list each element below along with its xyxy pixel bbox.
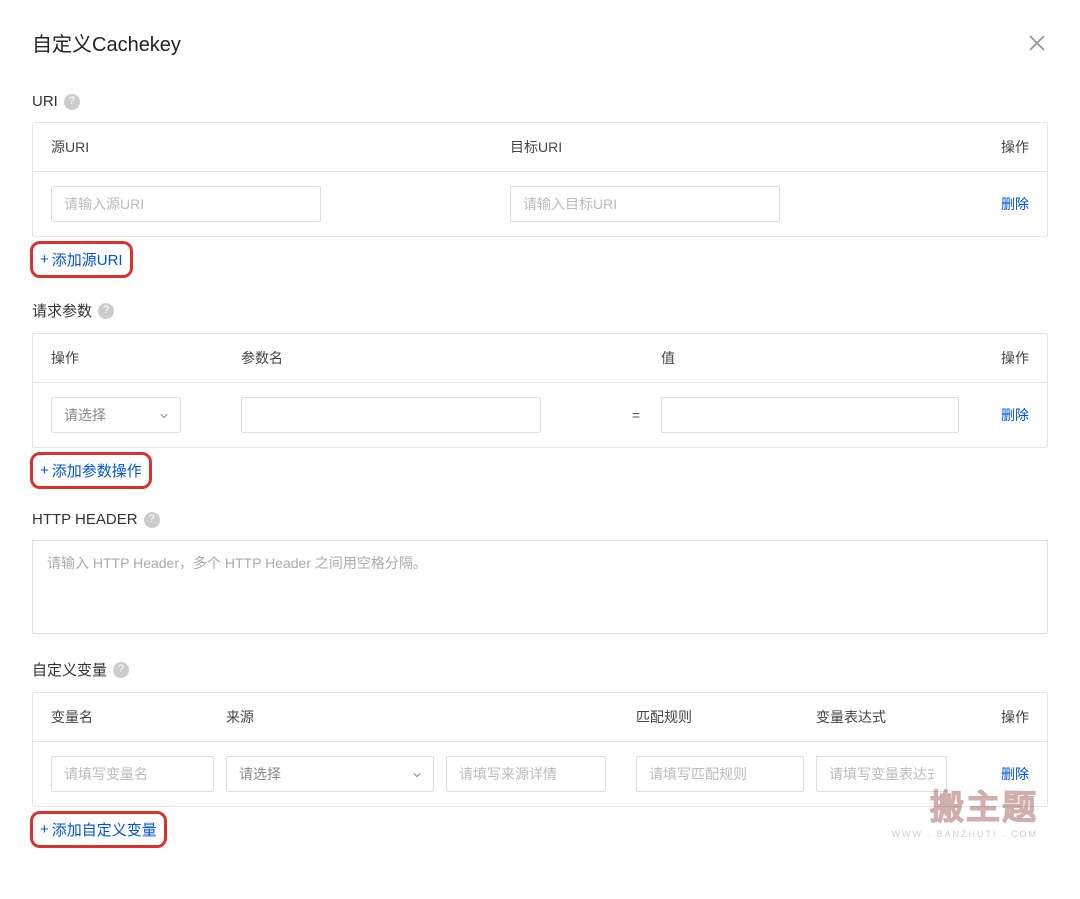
add-source-uri-label: 添加源URI: [52, 249, 123, 270]
add-source-uri-highlight: + 添加源URI: [32, 243, 131, 276]
param-op-select-value: 请选择: [64, 405, 106, 425]
uri-label-text: URI: [32, 93, 58, 110]
uri-table-header: 源URI 目标URI 操作: [33, 123, 1047, 172]
uri-section-label: URI: [32, 93, 1048, 110]
add-custom-var-highlight: + 添加自定义变量: [32, 813, 165, 846]
param-op-select[interactable]: 请选择: [51, 397, 181, 433]
source-uri-input[interactable]: [51, 186, 321, 222]
var-col-source-detail: [446, 707, 636, 727]
param-value-input[interactable]: [661, 397, 959, 433]
watermark-url: WWW . BANZHUTI . COM: [892, 829, 1038, 839]
var-col-name: 变量名: [51, 707, 226, 727]
http-header-section-label: HTTP HEADER: [32, 511, 1048, 528]
add-custom-var-label: 添加自定义变量: [52, 819, 157, 840]
close-icon[interactable]: [1026, 32, 1048, 54]
custom-var-table-header: 变量名 来源 匹配规则 变量表达式 操作: [33, 693, 1047, 742]
var-source-select[interactable]: 请选择: [226, 756, 434, 792]
var-expr-input[interactable]: [816, 756, 947, 792]
modal-header: 自定义Cachekey: [32, 28, 1048, 57]
http-header-label-text: HTTP HEADER: [32, 511, 138, 528]
var-rule-input[interactable]: [636, 756, 804, 792]
params-col-eq: [611, 348, 661, 368]
uri-table-row: 删除: [33, 172, 1047, 236]
params-table-header: 操作 参数名 值 操作: [33, 334, 1047, 383]
http-header-input[interactable]: [32, 540, 1048, 634]
uri-col-target: 目标URI: [500, 137, 959, 157]
help-icon[interactable]: [113, 662, 129, 678]
params-table-row: 请选择 = 删除: [33, 383, 1047, 447]
custom-var-table-row: 请选择 删除: [33, 742, 1047, 806]
param-name-input[interactable]: [241, 397, 541, 433]
params-section-label: 请求参数: [32, 300, 1048, 321]
delete-param-link[interactable]: 删除: [1001, 407, 1029, 423]
plus-icon: +: [40, 462, 49, 479]
var-source-select-value: 请选择: [239, 764, 281, 784]
uri-col-source: 源URI: [51, 137, 500, 157]
params-table: 操作 参数名 值 操作 请选择 = 删除: [32, 333, 1048, 448]
plus-icon: +: [40, 251, 49, 268]
var-col-action: 操作: [959, 707, 1029, 727]
chevron-down-icon: [158, 409, 170, 421]
params-col-value: 值: [661, 348, 959, 368]
add-source-uri-button[interactable]: + 添加源URI: [40, 249, 123, 270]
add-param-label: 添加参数操作: [52, 460, 142, 481]
params-col-op: 操作: [51, 348, 241, 368]
var-name-input[interactable]: [51, 756, 214, 792]
delete-uri-link[interactable]: 删除: [1001, 196, 1029, 212]
modal-title: 自定义Cachekey: [32, 28, 181, 57]
params-col-action: 操作: [959, 348, 1029, 368]
add-param-highlight: + 添加参数操作: [32, 454, 150, 487]
custom-var-table: 变量名 来源 匹配规则 变量表达式 操作 请选择 删除: [32, 692, 1048, 807]
add-custom-var-button[interactable]: + 添加自定义变量: [40, 819, 157, 840]
target-uri-input[interactable]: [510, 186, 780, 222]
chevron-down-icon: [411, 768, 423, 780]
equals-label: =: [611, 407, 661, 423]
uri-col-action: 操作: [959, 137, 1029, 157]
help-icon[interactable]: [98, 303, 114, 319]
add-param-button[interactable]: + 添加参数操作: [40, 460, 142, 481]
plus-icon: +: [40, 821, 49, 838]
help-icon[interactable]: [144, 512, 160, 528]
help-icon[interactable]: [64, 94, 80, 110]
params-label-text: 请求参数: [32, 300, 92, 321]
custom-var-section-label: 自定义变量: [32, 659, 1048, 680]
uri-table: 源URI 目标URI 操作 删除: [32, 122, 1048, 237]
var-col-source: 来源: [226, 707, 446, 727]
custom-var-label-text: 自定义变量: [32, 659, 107, 680]
var-col-expr: 变量表达式: [816, 707, 959, 727]
var-col-rule: 匹配规则: [636, 707, 816, 727]
delete-var-link[interactable]: 删除: [1001, 766, 1029, 782]
var-source-detail-input[interactable]: [446, 756, 606, 792]
params-col-name: 参数名: [241, 348, 611, 368]
